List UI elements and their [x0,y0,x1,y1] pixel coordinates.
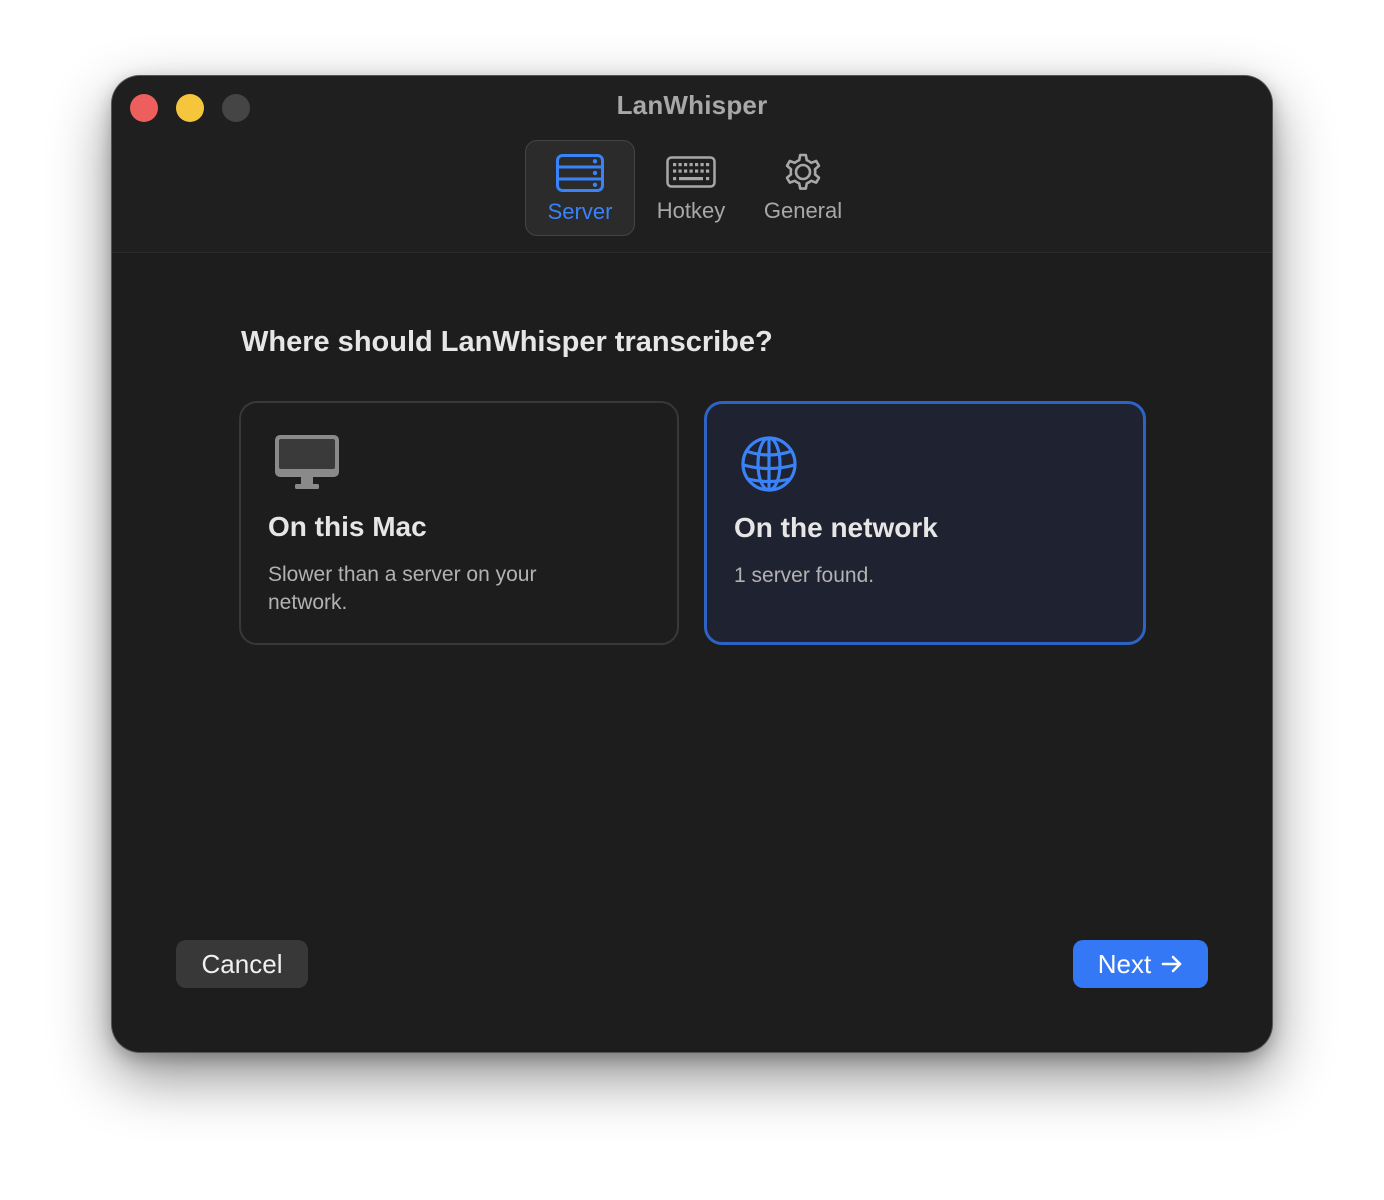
next-button[interactable]: Next [1073,940,1208,988]
page-title: Where should LanWhisper transcribe? [241,326,773,358]
tab-hotkey-label: Hotkey [656,198,726,223]
keyboard-icon [636,150,746,194]
tab-server-label: Server [547,199,613,224]
tab-general-label: General [763,198,843,223]
cancel-button-label: Cancel [201,948,283,979]
tab-general[interactable]: General [748,140,858,236]
option-title: On this Mac [268,511,427,542]
cancel-button[interactable]: Cancel [176,940,308,988]
arrow-right-icon [1161,955,1182,973]
globe-icon [739,434,807,494]
server-rack-icon [526,151,634,195]
option-description: 1 server found. [734,564,875,587]
option-title: On the network [734,512,938,543]
tab-server[interactable]: Server [525,140,635,236]
title-bar: LanWhisper Server Hotkey General [112,76,1272,253]
option-card-on-the-network[interactable]: On the network 1 server found. [704,401,1146,645]
desktop-computer-icon [273,433,341,493]
gear-icon [748,150,858,194]
option-description: Slower than a server on your network. [268,563,537,614]
window-title: LanWhisper [616,90,768,120]
option-card-on-this-mac[interactable]: On this Mac Slower than a server on your… [239,401,679,645]
preferences-window: LanWhisper Server Hotkey General Where s… [112,76,1272,1052]
next-button-label: Next [1097,948,1152,979]
tab-hotkey[interactable]: Hotkey [636,140,746,236]
